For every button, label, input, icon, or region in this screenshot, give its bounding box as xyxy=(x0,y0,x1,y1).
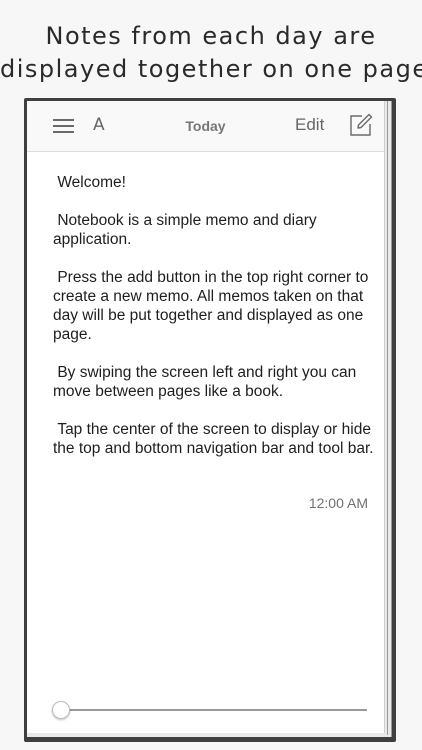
caption-line-2: displayed together on one page. xyxy=(0,55,422,83)
page-title: Today xyxy=(185,118,226,134)
memo-timestamp: 12:00 AM xyxy=(308,495,368,511)
memo-paragraph: Welcome! xyxy=(53,174,126,191)
navigation-bar: A Today Edit xyxy=(27,101,384,152)
memo-paragraph: Notebook is a simple memo and diary appl… xyxy=(53,212,321,248)
edit-button[interactable]: Edit xyxy=(295,115,324,135)
memo-paragraph: Press the add button in the top right co… xyxy=(53,269,373,343)
promo-caption: Notes from each day are displayed togeth… xyxy=(0,20,422,86)
caption-line-1: Notes from each day are xyxy=(45,22,377,50)
page-slider-thumb[interactable] xyxy=(52,701,70,719)
notebook-page[interactable]: A Today Edit Welcome! Notebook is a simp… xyxy=(27,101,385,733)
compose-icon[interactable] xyxy=(349,113,373,137)
page-slider-track[interactable] xyxy=(61,709,367,711)
memo-paragraph: By swiping the screen left and right you… xyxy=(53,364,361,400)
memo-body[interactable]: Welcome! Notebook is a simple memo and d… xyxy=(53,173,375,477)
memo-paragraph: Tap the center of the screen to display … xyxy=(53,421,376,457)
